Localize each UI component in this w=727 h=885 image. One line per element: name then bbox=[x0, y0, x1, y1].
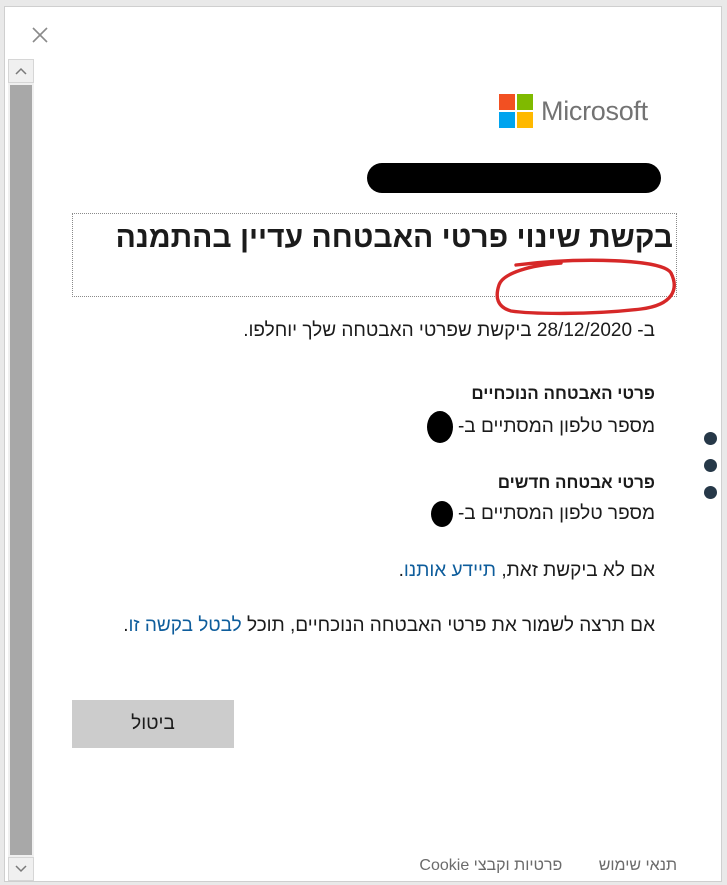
chevron-up-icon bbox=[15, 67, 27, 75]
keep-info-text: אם תרצה לשמור את פרטי האבטחה הנוכחיים, ת… bbox=[55, 611, 655, 640]
dot bbox=[704, 432, 717, 445]
terms-link[interactable]: תנאי שימוש bbox=[599, 857, 677, 874]
new-info-title: פרטי אבטחה חדשים bbox=[497, 473, 655, 492]
scroll-thumb[interactable] bbox=[10, 85, 32, 855]
vertical-scrollbar[interactable] bbox=[8, 59, 34, 881]
close-icon[interactable] bbox=[29, 24, 51, 46]
more-options-icon[interactable] bbox=[704, 432, 720, 513]
current-info-value: מספר טלפון המסתיים ב- bbox=[426, 411, 655, 443]
scroll-up-button[interactable] bbox=[8, 59, 34, 83]
current-info-title: פרטי האבטחה הנוכחיים bbox=[471, 384, 655, 403]
not-you-text: אם לא ביקשת זאת, תיידע אותנו. bbox=[399, 560, 655, 582]
let-us-know-link[interactable]: תיידע אותנו bbox=[404, 560, 496, 581]
redacted-account bbox=[367, 163, 661, 193]
brand-name: Microsoft bbox=[541, 96, 648, 126]
dot bbox=[704, 459, 717, 472]
current-info-label: מספר טלפון המסתיים ב- bbox=[457, 416, 655, 438]
page-title: בקשת שינוי פרטי האבטחה עדיין בהתמנה bbox=[115, 221, 673, 254]
redacted-digits bbox=[430, 501, 453, 527]
dialog-window: Microsoft בקשת שינוי פרטי האבטחה עדיין ב… bbox=[4, 6, 722, 882]
cancel-request-link[interactable]: לבטל בקשה זו bbox=[128, 615, 241, 636]
scroll-down-button[interactable] bbox=[8, 857, 34, 881]
new-info-label: מספר טלפון המסתיים ב- bbox=[457, 503, 655, 525]
microsoft-logo-icon bbox=[499, 94, 533, 128]
footer: תנאי שימוש פרטיות וקבצי Cookie bbox=[387, 857, 677, 875]
chevron-down-icon bbox=[15, 865, 27, 873]
request-date-text: ב- 28/12/2020 ביקשת שפרטי האבטחה שלך יוח… bbox=[243, 320, 655, 341]
cancel-button[interactable]: ביטול bbox=[72, 700, 234, 748]
new-info-value: מספר טלפון המסתיים ב- bbox=[430, 501, 655, 527]
privacy-link[interactable]: פרטיות וקבצי Cookie bbox=[419, 857, 562, 874]
redacted-digits bbox=[426, 411, 453, 443]
keep-info-prefix: אם תרצה לשמור את פרטי האבטחה הנוכחיים, ת… bbox=[247, 615, 655, 636]
dot bbox=[704, 486, 717, 499]
not-you-prefix: אם לא ביקשת זאת, bbox=[501, 560, 655, 581]
